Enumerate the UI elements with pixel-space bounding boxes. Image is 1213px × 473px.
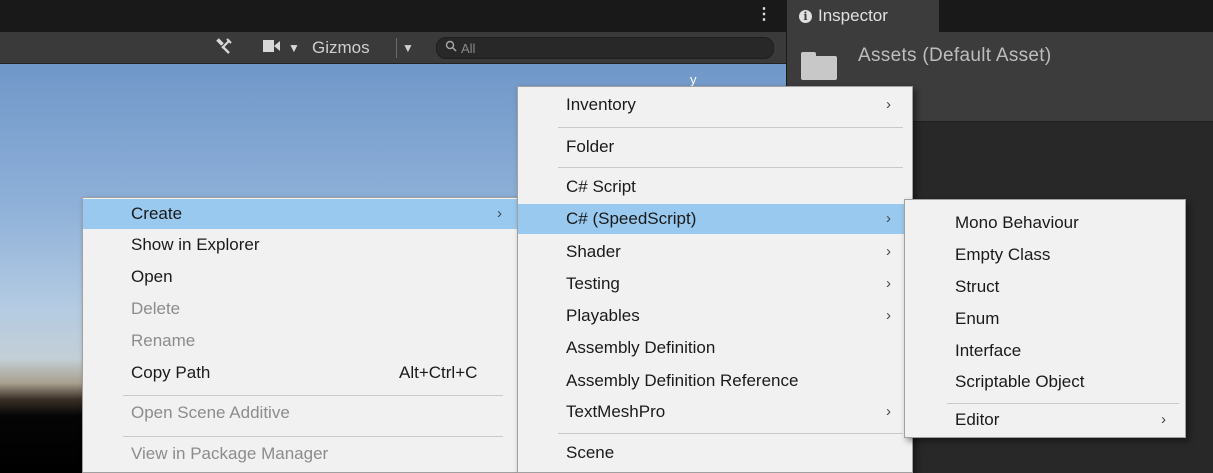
menu-separator xyxy=(947,403,1179,404)
menu-item-enum[interactable]: Enum xyxy=(905,304,1185,334)
scene-search[interactable] xyxy=(436,37,774,59)
chevron-right-icon: › xyxy=(886,275,891,292)
menu-item-csharp-speedscript[interactable]: C# (SpeedScript) › xyxy=(518,204,912,234)
info-icon: i xyxy=(799,10,812,23)
chevron-right-icon: › xyxy=(886,243,891,260)
gizmos-dropdown-icon[interactable]: ▼ xyxy=(402,36,414,60)
chevron-right-icon: › xyxy=(1161,411,1166,428)
menu-item-scene[interactable]: Scene xyxy=(518,438,912,468)
menu-item-struct[interactable]: Struct xyxy=(905,272,1185,302)
menu-separator xyxy=(123,395,503,396)
create-submenu: Inventory › Folder C# Script C# (SpeedSc… xyxy=(517,86,913,473)
asset-title: Assets (Default Asset) xyxy=(858,45,1052,66)
gizmos-divider xyxy=(396,38,397,58)
menu-separator xyxy=(558,433,903,434)
inspector-tab[interactable]: i Inspector xyxy=(787,0,939,32)
search-input[interactable] xyxy=(461,39,761,57)
menu-item-assembly-definition-reference[interactable]: Assembly Definition Reference xyxy=(518,366,912,396)
inspector-tab-label: Inspector xyxy=(818,6,888,25)
menu-item-show-in-explorer[interactable]: Show in Explorer xyxy=(83,230,519,260)
menu-separator xyxy=(123,436,503,437)
menu-item-copy-path[interactable]: Copy Path Alt+Ctrl+C xyxy=(83,358,519,388)
search-icon xyxy=(445,39,458,57)
menu-item-folder[interactable]: Folder xyxy=(518,132,912,162)
camera-dropdown-icon[interactable]: ▼ xyxy=(288,36,300,60)
chevron-right-icon: › xyxy=(886,96,891,113)
gizmos-button[interactable]: Gizmos xyxy=(312,36,370,60)
menu-item-playables[interactable]: Playables › xyxy=(518,301,912,331)
menu-separator xyxy=(558,167,903,168)
menu-item-assembly-definition[interactable]: Assembly Definition xyxy=(518,333,912,363)
speedscript-submenu: Mono Behaviour Empty Class Struct Enum I… xyxy=(904,199,1186,438)
menu-item-mono-behaviour[interactable]: Mono Behaviour xyxy=(905,208,1185,238)
menu-item-csharp-script[interactable]: C# Script xyxy=(518,172,912,202)
menu-item-delete: Delete xyxy=(131,299,181,318)
folder-icon xyxy=(801,52,837,80)
menu-item-interface[interactable]: Interface xyxy=(905,336,1185,366)
menu-item-shader[interactable]: Shader › xyxy=(518,237,912,267)
menu-item-inventory[interactable]: Inventory › xyxy=(518,90,912,120)
menu-separator xyxy=(558,127,903,128)
chevron-right-icon: › xyxy=(886,307,891,324)
chevron-right-icon: › xyxy=(886,403,891,420)
menu-item-editor[interactable]: Editor › xyxy=(905,405,1185,435)
menu-item-textmeshpro[interactable]: TextMeshPro › xyxy=(518,397,912,427)
shortcut-label: Alt+Ctrl+C xyxy=(399,363,478,382)
unity-editor: ⋮ ▼ Gizmos ▼ All y i Inspector Assets (D… xyxy=(0,0,1213,473)
camera-icon[interactable] xyxy=(262,36,284,60)
more-options-icon[interactable]: ⋮ xyxy=(752,5,776,27)
asset-context-menu: Create › Show in Explorer Open Delete Re… xyxy=(82,197,520,473)
orientation-gizmo-y-label[interactable]: y xyxy=(690,72,697,87)
menu-item-create[interactable]: Create › xyxy=(83,199,519,229)
chevron-right-icon: › xyxy=(497,205,502,222)
menu-item-testing[interactable]: Testing › xyxy=(518,269,912,299)
inspector-tab-bar: i Inspector xyxy=(787,0,1213,32)
menu-item-view-in-package-manager: View in Package Manager xyxy=(131,444,329,463)
chevron-right-icon: › xyxy=(886,210,891,227)
menu-item-open[interactable]: Open xyxy=(83,262,519,292)
menu-item-scriptable-object[interactable]: Scriptable Object xyxy=(905,367,1185,397)
menu-item-rename: Rename xyxy=(131,331,196,350)
scene-toolbar: ▼ Gizmos ▼ xyxy=(0,32,786,64)
menu-item-empty-class[interactable]: Empty Class xyxy=(905,240,1185,270)
menu-item-open-scene-additive: Open Scene Additive xyxy=(131,403,290,422)
tools-icon[interactable] xyxy=(214,36,234,60)
scene-tab-strip: ⋮ xyxy=(0,0,786,32)
